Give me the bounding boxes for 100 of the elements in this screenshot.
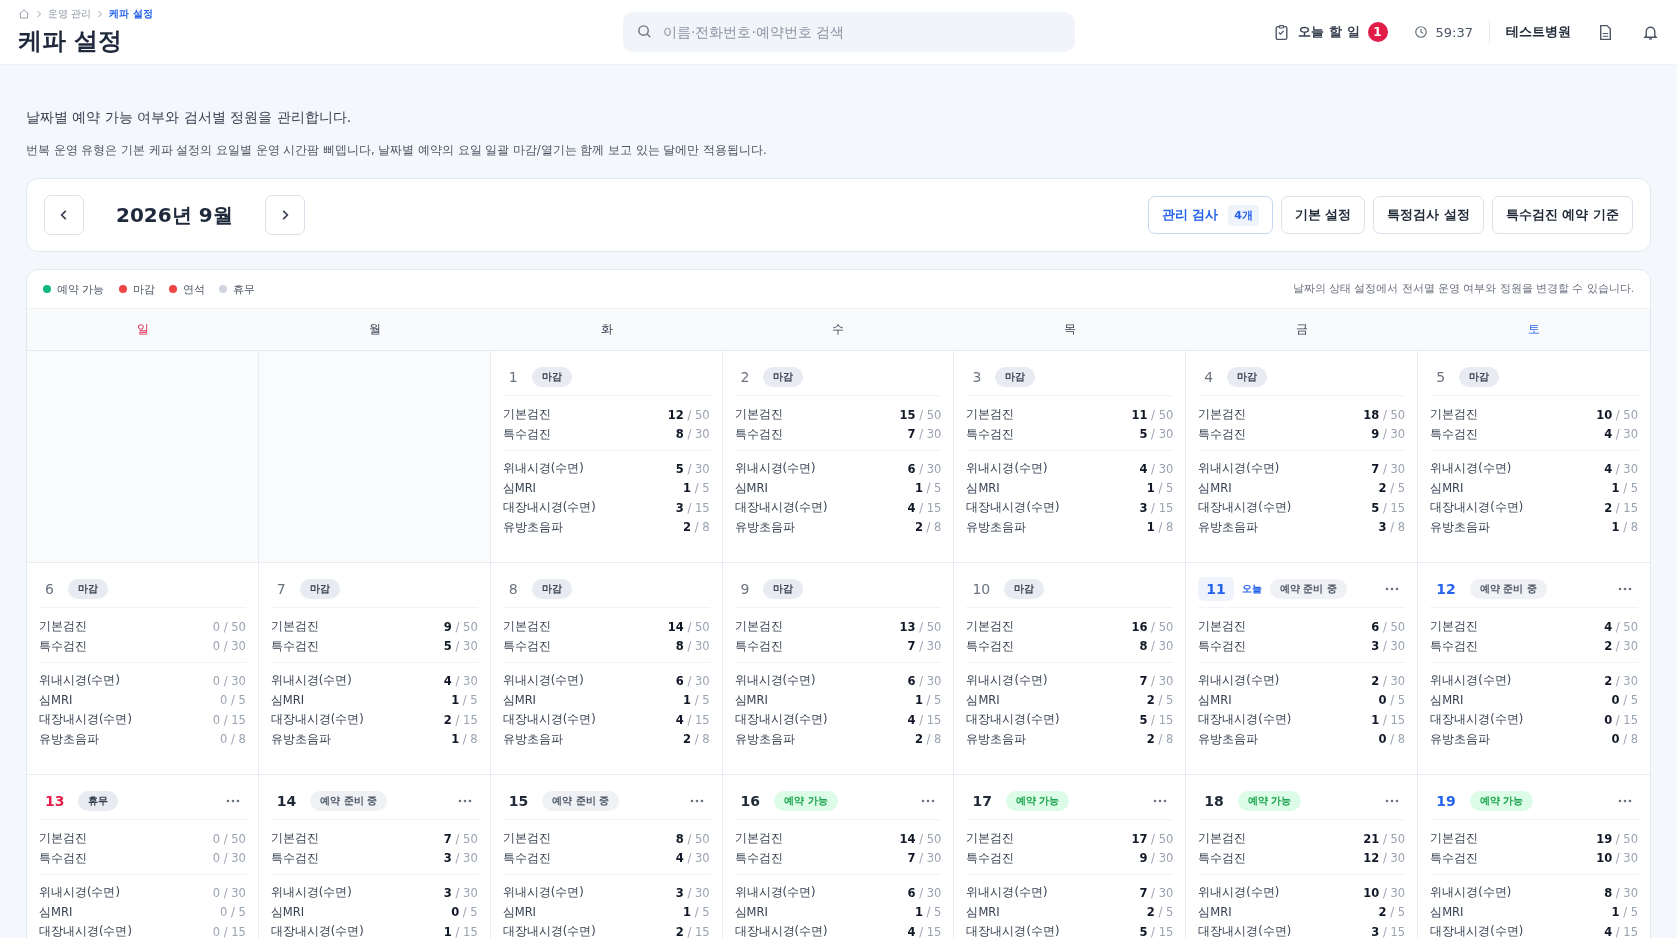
exam-label: 위내시경(수면) <box>39 885 120 901</box>
capacity-value: 11 / 50 <box>1131 407 1174 422</box>
exam-label: 기본검진 <box>270 831 319 847</box>
more-icon[interactable] <box>457 799 472 803</box>
day-cell[interactable]: 6 마감 기본검진 0 / 50 특수검진 0 / 30 위내시경(수면) 0 / 30 심MRI 0 / 5 대장내시경(수면) 0 / 15 유방초음파 0 / 8 <box>27 563 259 775</box>
action-button[interactable]: 기본 설정 <box>1280 196 1366 234</box>
more-icon[interactable] <box>1385 587 1400 591</box>
exam-label: 심MRI <box>1198 692 1232 708</box>
weekday-header: 월 <box>368 321 381 338</box>
action-button[interactable]: 관리 검사 4개 <box>1147 196 1273 234</box>
capacity-value: 14 / 50 <box>667 619 710 634</box>
more-icon[interactable] <box>1153 799 1168 803</box>
day-cell[interactable]: 7 마감 기본검진 9 / 50 특수검진 5 / 30 위내시경(수면) 4 / 30 심MRI 1 / 5 대장내시경(수면) 2 / 15 유방초음파 1 / 8 <box>258 563 491 775</box>
exam-label: 심MRI <box>734 480 768 496</box>
legend-label: 예약 가능 <box>57 281 105 297</box>
action-button[interactable]: 특정검사 설정 <box>1373 196 1484 234</box>
exam-label: 기본검진 <box>1198 619 1247 635</box>
capacity-value: 3 / 30 <box>1371 639 1406 654</box>
capacity-value: 5 / 30 <box>675 461 710 476</box>
exam-label: 위내시경(수면) <box>502 673 584 689</box>
capacity-value: 9 / 30 <box>1371 427 1406 442</box>
home-icon[interactable] <box>18 8 30 20</box>
search-field[interactable]: 이름·전화번호·예약번호 검색 <box>623 12 1075 52</box>
day-cell[interactable]: 11 오늘 예약 준비 중 기본검진 6 / 50 특수검진 3 / 30 위내시경(수면) 2 / 30 심MRI 0 / 5 대장내시경(수면) 1 / 15 유방초음파 0 / 8 <box>1186 563 1419 775</box>
day-cell[interactable]: 2 마감 기본검진 15 / 50 특수검진 7 / 30 위내시경(수면) 6 / 30 심MRI 1 / 5 대장내시경(수면) 4 / 15 유방초음파 2 / 8 <box>722 351 955 563</box>
capacity-value: 7 / 30 <box>1139 885 1174 900</box>
exam-label: 위내시경(수면) <box>734 461 816 477</box>
day-cell[interactable]: 9 마감 기본검진 13 / 50 특수검진 7 / 30 위내시경(수면) 6 / 30 심MRI 1 / 5 대장내시경(수면) 4 / 15 유방초음파 2 / 8 <box>722 563 955 775</box>
capacity-value: 4 / 30 <box>1604 461 1638 476</box>
exam-label: 심MRI <box>1430 692 1464 708</box>
day-cell[interactable]: 15 예약 준비 중 기본검진 8 / 50 특수검진 4 / 30 위내시경(수면) 3 / 30 심MRI 1 / 5 대장내시경(수면) 2 / 15 <box>490 775 723 938</box>
exam-label: 유방초음파 <box>1430 731 1491 747</box>
exam-label: 대장내시경(수면) <box>1430 500 1524 516</box>
capacity-value: 9 / 30 <box>1139 851 1174 866</box>
chevron-icon <box>97 10 104 18</box>
day-cell[interactable]: 3 마감 기본검진 11 / 50 특수검진 5 / 30 위내시경(수면) 4 / 30 심MRI 1 / 5 대장내시경(수면) 3 / 15 유방초음파 1 / 8 <box>954 351 1187 563</box>
exam-label: 특수검진 <box>502 426 551 442</box>
status-tag: 예약 가능 <box>1005 791 1070 811</box>
day-cell[interactable]: 13 휴무 기본검진 0 / 50 특수검진 0 / 30 위내시경(수면) 0 / 30 심MRI 0 / 5 대장내시경(수면) 0 / 15 <box>27 775 259 938</box>
day-cell[interactable]: 17 예약 가능 기본검진 17 / 50 특수검진 9 / 30 위내시경(수면) 7 / 30 심MRI 2 / 5 대장내시경(수면) 5 / 15 <box>954 775 1187 938</box>
day-number: 16 <box>739 792 762 811</box>
capacity-value: 18 / 50 <box>1363 407 1406 422</box>
month-title: 2026년 9월 <box>116 201 233 229</box>
day-cell[interactable]: 19 예약 가능 기본검진 19 / 50 특수검진 10 / 30 위내시경(수면) 8 / 30 심MRI 1 / 5 대장내시경(수면) 4 / 15 <box>1418 775 1650 938</box>
todo-label[interactable]: 오늘 할 일 <box>1298 23 1360 41</box>
day-cell[interactable]: 18 예약 가능 기본검진 21 / 50 특수검진 12 / 30 위내시경(수면) 10 / 30 심MRI 2 / 5 대장내시경(수면) 3 / 15 <box>1186 775 1419 938</box>
capacity-value: 2 / 5 <box>1146 693 1174 708</box>
hospital-name[interactable]: 테스트병원 <box>1506 23 1571 41</box>
day-cell[interactable]: 16 예약 가능 기본검진 14 / 50 특수검진 7 / 30 위내시경(수면) 6 / 30 심MRI 1 / 5 대장내시경(수면) 4 / 15 <box>722 775 955 938</box>
day-cell[interactable]: 12 예약 준비 중 기본검진 4 / 50 특수검진 2 / 30 위내시경(수면) 2 / 30 심MRI 0 / 5 대장내시경(수면) 0 / 15 유방초음파 0 / 8 <box>1418 563 1650 775</box>
more-icon[interactable] <box>1618 799 1632 803</box>
day-cell[interactable]: 5 마감 기본검진 10 / 50 특수검진 4 / 30 위내시경(수면) 4 / 30 심MRI 1 / 5 대장내시경(수면) 2 / 15 유방초음파 1 / 8 <box>1418 351 1650 563</box>
capacity-value: 6 / 30 <box>907 885 942 900</box>
status-tag: 예약 가능 <box>774 791 838 811</box>
capacity-value: 1 / 5 <box>1611 481 1638 496</box>
day-cell[interactable]: 10 마감 기본검진 16 / 50 특수검진 8 / 30 위내시경(수면) 7 / 30 심MRI 2 / 5 대장내시경(수면) 5 / 15 유방초음파 2 / 8 <box>954 563 1187 775</box>
more-icon[interactable] <box>1618 587 1632 591</box>
clipboard-icon[interactable] <box>1273 23 1291 41</box>
weekday-header: 토 <box>1528 321 1541 338</box>
more-icon[interactable] <box>1385 799 1400 803</box>
capacity-value: 4 / 15 <box>1604 924 1638 938</box>
exam-label: 특수검진 <box>39 850 87 866</box>
capacity-value: 7 / 50 <box>443 831 478 846</box>
status-tag: 마감 <box>531 367 572 387</box>
bell-icon[interactable] <box>1642 23 1659 41</box>
day-cell[interactable]: 8 마감 기본검진 14 / 50 특수검진 8 / 30 위내시경(수면) 6 / 30 심MRI 1 / 5 대장내시경(수면) 4 / 15 유방초음파 2 / 8 <box>490 563 723 775</box>
capacity-value: 1 / 15 <box>1371 712 1406 727</box>
exam-label: 유방초음파 <box>1430 519 1491 535</box>
exam-label: 심MRI <box>966 480 1000 496</box>
capacity-value: 1 / 5 <box>683 905 710 920</box>
exam-label: 유방초음파 <box>734 519 795 535</box>
more-icon[interactable] <box>921 799 936 803</box>
document-icon[interactable] <box>1597 23 1614 41</box>
exam-label: 대장내시경(수면) <box>1198 924 1292 938</box>
status-tag: 예약 준비 중 <box>542 791 620 811</box>
day-cell[interactable]: 14 예약 준비 중 기본검진 7 / 50 특수검진 3 / 30 위내시경(수면) 3 / 30 심MRI 0 / 5 대장내시경(수면) 1 / 15 <box>258 775 491 938</box>
exam-label: 유방초음파 <box>502 519 563 535</box>
day-cell[interactable]: 4 마감 기본검진 18 / 50 특수검진 9 / 30 위내시경(수면) 7 / 30 심MRI 2 / 5 대장내시경(수면) 5 / 15 유방초음파 3 / 8 <box>1186 351 1419 563</box>
breadcrumb-link[interactable]: 케파 설정 <box>109 7 153 21</box>
status-tag: 마감 <box>995 367 1036 387</box>
capacity-value: 7 / 30 <box>907 851 942 866</box>
capacity-value: 0 / 5 <box>220 905 246 920</box>
day-number: 1 <box>507 368 519 387</box>
exam-label: 심MRI <box>270 692 305 708</box>
exam-label: 대장내시경(수면) <box>966 500 1060 516</box>
exam-label: 기본검진 <box>966 619 1015 635</box>
capacity-value: 2 / 5 <box>1378 481 1406 496</box>
capacity-value: 3 / 15 <box>1139 500 1174 515</box>
exam-label: 유방초음파 <box>502 731 563 747</box>
more-icon[interactable] <box>225 799 240 803</box>
exam-label: 기본검진 <box>1430 831 1479 847</box>
capacity-value: 2 / 15 <box>675 924 710 938</box>
exam-label: 위내시경(수면) <box>734 885 816 901</box>
action-button[interactable]: 특수검진 예약 기준 <box>1491 196 1633 234</box>
capacity-value: 0 / 5 <box>1611 693 1638 708</box>
weekday-header: 화 <box>600 321 613 338</box>
exam-label: 위내시경(수면) <box>39 673 120 689</box>
exam-label: 특수검진 <box>502 850 551 866</box>
day-cell[interactable]: 1 마감 기본검진 12 / 50 특수검진 8 / 30 위내시경(수면) 5 / 30 심MRI 1 / 5 대장내시경(수면) 3 / 15 유방초음파 2 / 8 <box>490 351 723 563</box>
more-icon[interactable] <box>689 799 704 803</box>
